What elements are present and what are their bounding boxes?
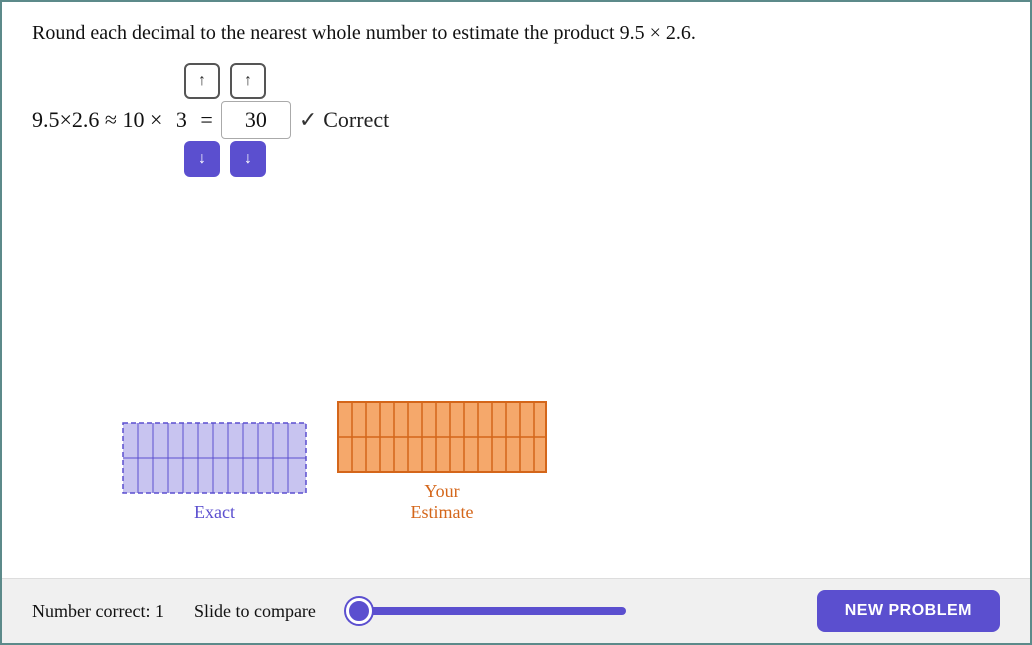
up-arrow-btn-2[interactable]: ↑ [230,63,266,99]
estimate-grid-container: Your Estimate [337,401,547,523]
slide-to-compare-label: Slide to compare [194,601,316,622]
correct-word: Correct [323,107,389,133]
down-arrow-icon-1: ↓ [198,150,206,168]
down-arrow-icon-2: ↓ [244,150,252,168]
up-arrow-icon-1: ↑ [198,72,206,90]
exact-label: Exact [194,502,235,523]
value-2: 3 [176,107,187,133]
bottom-bar: Number correct: 1 Slide to compare NEW P… [2,578,1030,643]
up-arrow-btn-1[interactable]: ↑ [184,63,220,99]
down-arrow-btn-1[interactable]: ↓ [184,141,220,177]
exact-grid-container: Exact [122,422,307,523]
slider-container[interactable] [346,607,787,615]
question-text: Round each decimal to the nearest whole … [32,22,1000,45]
grids-area: Exact Your Estimate [122,401,547,523]
slider-thumb[interactable] [346,598,372,624]
equals-sign: = [195,107,213,133]
result-display: 30 [221,101,291,139]
exact-grid [122,422,307,494]
estimate-label: Your Estimate [411,481,474,523]
equation-left: 9.5×2.6 ≈ 10 × [32,107,168,133]
new-problem-button[interactable]: NEW PROBLEM [817,590,1000,632]
checkmark-icon: ✓ [299,107,317,133]
correct-feedback: ✓ Correct [299,107,389,133]
slider-track[interactable] [346,607,626,615]
estimate-grid [337,401,547,473]
up-arrow-icon-2: ↑ [244,72,252,90]
number-correct-text: Number correct: 1 [32,601,164,622]
down-arrow-btn-2[interactable]: ↓ [230,141,266,177]
